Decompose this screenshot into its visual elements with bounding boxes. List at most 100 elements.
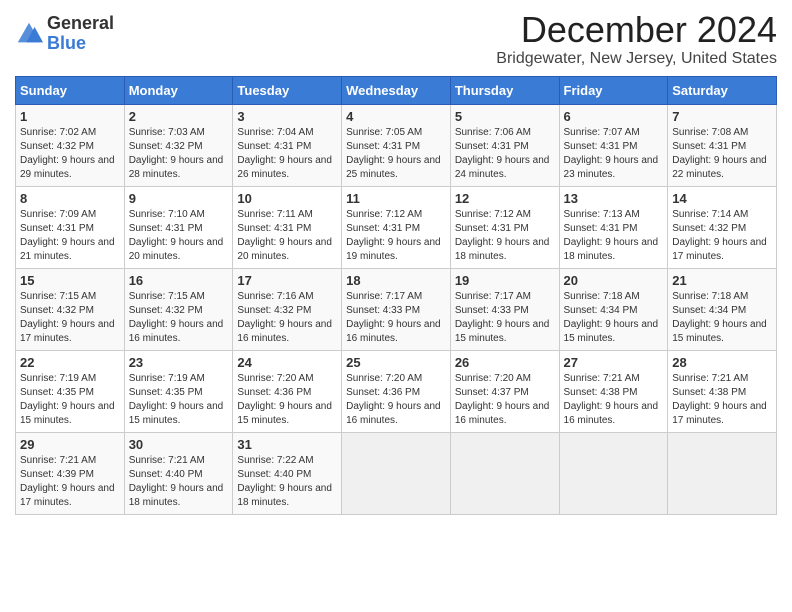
calendar-cell: 21 Sunrise: 7:18 AMSunset: 4:34 PMDayligh… <box>668 268 777 350</box>
day-number: 6 <box>564 109 664 124</box>
calendar-header-thursday: Thursday <box>450 76 559 104</box>
cell-content: Sunrise: 7:05 AMSunset: 4:31 PMDaylight:… <box>346 126 446 182</box>
calendar-cell: 4 Sunrise: 7:05 AMSunset: 4:31 PMDaylight… <box>342 104 451 186</box>
cell-content: Sunrise: 7:15 AMSunset: 4:32 PMDaylight:… <box>129 290 229 346</box>
calendar-header-wednesday: Wednesday <box>342 76 451 104</box>
calendar-header-saturday: Saturday <box>668 76 777 104</box>
cell-content: Sunrise: 7:14 AMSunset: 4:32 PMDaylight:… <box>672 208 772 264</box>
calendar-cell: 13 Sunrise: 7:13 AMSunset: 4:31 PMDayligh… <box>559 186 668 268</box>
calendar-cell: 7 Sunrise: 7:08 AMSunset: 4:31 PMDaylight… <box>668 104 777 186</box>
cell-content: Sunrise: 7:09 AMSunset: 4:31 PMDaylight:… <box>20 208 120 264</box>
logo-blue: Blue <box>47 34 114 54</box>
day-number: 27 <box>564 355 664 370</box>
day-number: 18 <box>346 273 446 288</box>
calendar-week-row: 8Sunrise: 7:09 AMSunset: 4:31 PMDaylight… <box>16 186 777 268</box>
cell-content: Sunrise: 7:18 AMSunset: 4:34 PMDaylight:… <box>672 290 772 346</box>
cell-content: Sunrise: 7:17 AMSunset: 4:33 PMDaylight:… <box>346 290 446 346</box>
calendar-cell: 20 Sunrise: 7:18 AMSunset: 4:34 PMDayligh… <box>559 268 668 350</box>
calendar-cell: 12Sunrise: 7:12 AMSunset: 4:31 PMDayligh… <box>450 186 559 268</box>
calendar-header-monday: Monday <box>124 76 233 104</box>
calendar-cell: 10Sunrise: 7:11 AMSunset: 4:31 PMDayligh… <box>233 186 342 268</box>
day-number: 4 <box>346 109 446 124</box>
cell-content: Sunrise: 7:10 AMSunset: 4:31 PMDaylight:… <box>129 208 229 264</box>
day-number: 21 <box>672 273 772 288</box>
cell-content: Sunrise: 7:21 AMSunset: 4:40 PMDaylight:… <box>129 454 229 510</box>
day-number: 22 <box>20 355 120 370</box>
calendar-cell: 8Sunrise: 7:09 AMSunset: 4:31 PMDaylight… <box>16 186 125 268</box>
calendar-cell: 27 Sunrise: 7:21 AMSunset: 4:38 PMDayligh… <box>559 350 668 432</box>
day-number: 25 <box>346 355 446 370</box>
cell-content: Sunrise: 7:11 AMSunset: 4:31 PMDaylight:… <box>237 208 337 264</box>
calendar-cell <box>668 432 777 514</box>
day-number: 26 <box>455 355 555 370</box>
cell-content: Sunrise: 7:22 AMSunset: 4:40 PMDaylight:… <box>237 454 337 510</box>
calendar-week-row: 15 Sunrise: 7:15 AMSunset: 4:32 PMDayligh… <box>16 268 777 350</box>
calendar-header-sunday: Sunday <box>16 76 125 104</box>
location-title: Bridgewater, New Jersey, United States <box>496 50 777 68</box>
calendar-cell: 28 Sunrise: 7:21 AMSunset: 4:38 PMDayligh… <box>668 350 777 432</box>
day-number: 17 <box>237 273 337 288</box>
cell-content: Sunrise: 7:16 AMSunset: 4:32 PMDaylight:… <box>237 290 337 346</box>
calendar-cell: 15Sunrise: 7:15 AMSunset: 4:32 PMDayligh… <box>16 268 125 350</box>
day-number: 13 <box>564 191 664 206</box>
day-number: 5 <box>455 109 555 124</box>
calendar-table: SundayMondayTuesdayWednesdayThursdayFrid… <box>15 76 777 515</box>
cell-content: Sunrise: 7:20 AMSunset: 4:36 PMDaylight:… <box>237 372 337 428</box>
calendar-header-tuesday: Tuesday <box>233 76 342 104</box>
calendar-cell: 31 Sunrise: 7:22 AMSunset: 4:40 PMDayligh… <box>233 432 342 514</box>
day-number: 23 <box>129 355 229 370</box>
calendar-cell <box>450 432 559 514</box>
calendar-header-row: SundayMondayTuesdayWednesdayThursdayFrid… <box>16 76 777 104</box>
day-number: 12 <box>455 191 555 206</box>
calendar-cell: 29 Sunrise: 7:21 AMSunset: 4:39 PMDayligh… <box>16 432 125 514</box>
cell-content: Sunrise: 7:13 AMSunset: 4:31 PMDaylight:… <box>564 208 664 264</box>
calendar-cell: 24 Sunrise: 7:20 AMSunset: 4:36 PMDayligh… <box>233 350 342 432</box>
day-number: 15 <box>20 273 120 288</box>
day-number: 14 <box>672 191 772 206</box>
calendar-cell: 11Sunrise: 7:12 AMSunset: 4:31 PMDayligh… <box>342 186 451 268</box>
cell-content: Sunrise: 7:17 AMSunset: 4:33 PMDaylight:… <box>455 290 555 346</box>
day-number: 31 <box>237 437 337 452</box>
calendar-cell: 23 Sunrise: 7:19 AMSunset: 4:35 PMDayligh… <box>124 350 233 432</box>
cell-content: Sunrise: 7:20 AMSunset: 4:36 PMDaylight:… <box>346 372 446 428</box>
cell-content: Sunrise: 7:03 AMSunset: 4:32 PMDaylight:… <box>129 126 229 182</box>
day-number: 3 <box>237 109 337 124</box>
calendar-cell: 1Sunrise: 7:02 AMSunset: 4:32 PMDaylight… <box>16 104 125 186</box>
day-number: 30 <box>129 437 229 452</box>
calendar-cell: 17 Sunrise: 7:16 AMSunset: 4:32 PMDayligh… <box>233 268 342 350</box>
cell-content: Sunrise: 7:06 AMSunset: 4:31 PMDaylight:… <box>455 126 555 182</box>
calendar-cell: 6 Sunrise: 7:07 AMSunset: 4:31 PMDaylight… <box>559 104 668 186</box>
calendar-cell: 14 Sunrise: 7:14 AMSunset: 4:32 PMDayligh… <box>668 186 777 268</box>
calendar-cell: 30 Sunrise: 7:21 AMSunset: 4:40 PMDayligh… <box>124 432 233 514</box>
cell-content: Sunrise: 7:19 AMSunset: 4:35 PMDaylight:… <box>129 372 229 428</box>
day-number: 9 <box>129 191 229 206</box>
cell-content: Sunrise: 7:02 AMSunset: 4:32 PMDaylight:… <box>20 126 120 182</box>
day-number: 29 <box>20 437 120 452</box>
day-number: 7 <box>672 109 772 124</box>
day-number: 11 <box>346 191 446 206</box>
calendar-cell <box>342 432 451 514</box>
day-number: 24 <box>237 355 337 370</box>
day-number: 28 <box>672 355 772 370</box>
calendar-cell: 3Sunrise: 7:04 AMSunset: 4:31 PMDaylight… <box>233 104 342 186</box>
day-number: 2 <box>129 109 229 124</box>
logo-icon <box>15 20 43 48</box>
cell-content: Sunrise: 7:18 AMSunset: 4:34 PMDaylight:… <box>564 290 664 346</box>
cell-content: Sunrise: 7:08 AMSunset: 4:31 PMDaylight:… <box>672 126 772 182</box>
cell-content: Sunrise: 7:21 AMSunset: 4:38 PMDaylight:… <box>564 372 664 428</box>
calendar-cell <box>559 432 668 514</box>
calendar-cell: 5 Sunrise: 7:06 AMSunset: 4:31 PMDaylight… <box>450 104 559 186</box>
calendar-cell: 9 Sunrise: 7:10 AMSunset: 4:31 PMDaylight… <box>124 186 233 268</box>
calendar-week-row: 29 Sunrise: 7:21 AMSunset: 4:39 PMDayligh… <box>16 432 777 514</box>
day-number: 16 <box>129 273 229 288</box>
cell-content: Sunrise: 7:07 AMSunset: 4:31 PMDaylight:… <box>564 126 664 182</box>
calendar-week-row: 22 Sunrise: 7:19 AMSunset: 4:35 PMDayligh… <box>16 350 777 432</box>
calendar-week-row: 1Sunrise: 7:02 AMSunset: 4:32 PMDaylight… <box>16 104 777 186</box>
cell-content: Sunrise: 7:21 AMSunset: 4:38 PMDaylight:… <box>672 372 772 428</box>
day-number: 20 <box>564 273 664 288</box>
logo-general: General <box>47 14 114 34</box>
cell-content: Sunrise: 7:21 AMSunset: 4:39 PMDaylight:… <box>20 454 120 510</box>
day-number: 19 <box>455 273 555 288</box>
cell-content: Sunrise: 7:19 AMSunset: 4:35 PMDaylight:… <box>20 372 120 428</box>
title-block: December 2024 Bridgewater, New Jersey, U… <box>496 10 777 68</box>
